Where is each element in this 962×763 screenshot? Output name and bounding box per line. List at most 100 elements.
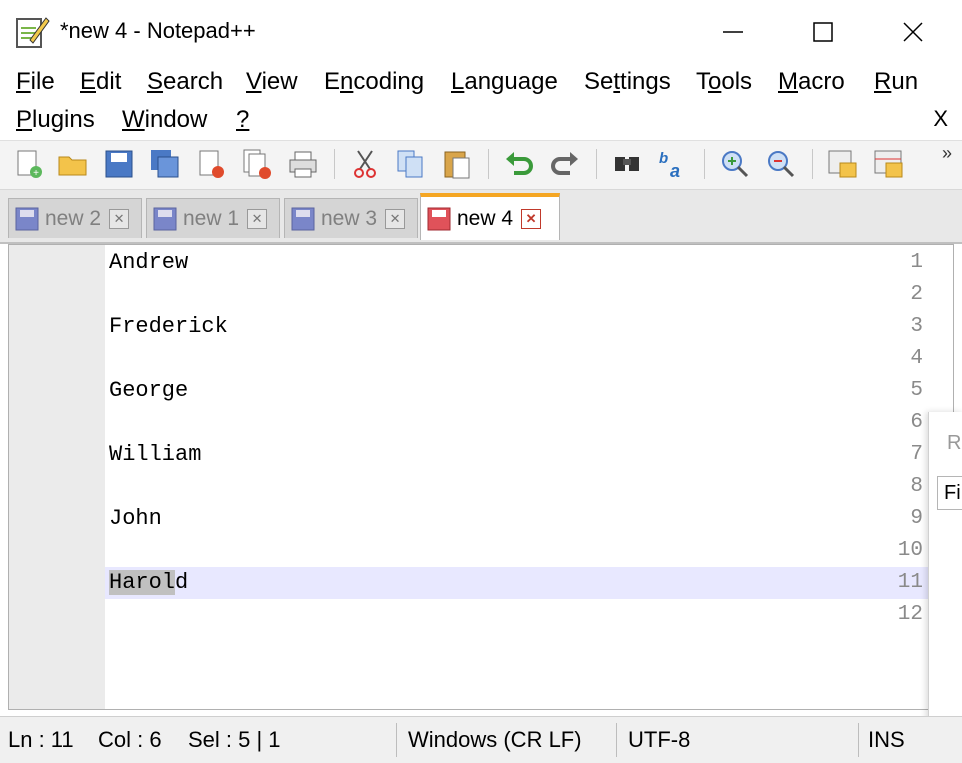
status-insert-mode[interactable]: INS [868,727,905,753]
close-all-icon[interactable] [240,147,274,181]
menu-edit[interactable]: Edit [80,68,121,96]
text-after-selection: d [175,570,189,595]
close-window-button[interactable] [890,10,936,54]
line-number: 2 [910,283,923,306]
text-line[interactable]: George [109,378,188,403]
text-line[interactable]: Andrew [109,250,188,275]
sync-horizontal-icon[interactable] [872,147,906,181]
toolbar-separator [704,149,705,179]
cut-icon[interactable] [348,147,382,181]
zoom-in-icon[interactable] [718,147,752,181]
tab-label: new 2 [45,206,102,230]
minimize-button[interactable] [710,10,756,54]
status-bar: Ln : 11 Col : 6 Sel : 5 | 1 Windows (CR … [0,716,962,763]
find-dialog-partial: Re Fi [928,412,962,742]
paste-icon[interactable] [440,147,474,181]
toolbar-separator [596,149,597,179]
save-all-icon[interactable] [148,147,182,181]
replace-icon[interactable]: ba [656,147,690,181]
window-title: *new 4 - Notepad++ [60,18,256,43]
close-document-button[interactable]: X [933,106,948,132]
status-column: Col : 6 [98,727,162,752]
line-number: 11 [897,571,923,594]
svg-text:a: a [670,161,680,181]
text-selection: Harol [109,570,176,595]
line-number: 3 [910,315,923,338]
tab-label: new 1 [183,206,240,230]
saved-file-icon [15,207,39,230]
current-line-highlight [105,567,953,599]
maximize-icon [813,22,833,42]
tab-new-3[interactable]: new 3 ✕ [284,198,418,238]
unsaved-file-icon [427,207,451,230]
find-icon[interactable] [610,147,644,181]
toolbar-overflow-button[interactable]: » [942,143,952,164]
close-icon [903,22,923,42]
line-number: 10 [897,539,923,562]
open-file-icon[interactable] [56,147,90,181]
menu-settings[interactable]: Settings [584,68,671,96]
sync-vertical-icon[interactable] [826,147,860,181]
toolbar-separator [334,149,335,179]
svg-text:+: + [33,168,39,179]
status-separator [396,723,397,757]
notepad-plus-plus-app-icon [16,17,50,48]
editor-area[interactable]: 1 2 3 4 5 6 7 8 9 10 11 12 Andrew Freder… [8,244,954,710]
menu-language[interactable]: Language [451,68,558,96]
text-line[interactable]: Frederick [109,314,228,339]
menu-search[interactable]: Search [147,68,223,96]
text-line[interactable]: William [109,442,201,467]
menu-view[interactable]: View [246,68,298,96]
menu-macro[interactable]: Macro [778,68,845,96]
tab-close-icon[interactable]: ✕ [521,208,542,229]
line-number: 1 [910,251,923,274]
status-separator [858,723,859,757]
menu-tools[interactable]: Tools [696,68,752,96]
status-eol-format[interactable]: Windows (CR LF) [408,727,582,753]
tab-label: new 4 [457,206,514,230]
tab-new-4[interactable]: new 4 ✕ [420,193,560,240]
print-icon[interactable] [286,147,320,181]
tab-close-icon[interactable]: ✕ [247,208,268,229]
line-number: 9 [910,507,923,530]
line-number: 5 [910,379,923,402]
tab-close-icon[interactable]: ✕ [385,208,406,229]
save-icon[interactable] [102,147,136,181]
saved-file-icon [291,207,315,230]
status-separator [616,723,617,757]
undo-icon[interactable] [502,147,536,181]
line-number-gutter [9,245,105,709]
text-line[interactable]: John [109,506,162,531]
tab-new-2[interactable]: new 2 ✕ [8,198,142,238]
menu-file[interactable]: File [16,68,55,96]
find-dialog-label: Re [947,432,962,454]
line-number: 12 [897,603,923,626]
status-selection: Sel : 5 | 1 [188,727,281,752]
menu-help[interactable]: ? [236,106,249,134]
menu-plugins[interactable]: Plugins [16,106,95,134]
tab-close-icon[interactable]: ✕ [109,208,130,229]
toolbar-separator [488,149,489,179]
redo-icon[interactable] [548,147,582,181]
tab-new-1[interactable]: new 1 ✕ [146,198,280,238]
tab-label: new 3 [321,206,378,230]
copy-icon[interactable] [394,147,428,181]
find-dialog-field[interactable]: Fi [937,476,962,510]
svg-text:b: b [659,150,668,167]
text-line-current[interactable]: Harold [109,570,188,595]
line-number: 8 [910,475,923,498]
line-number: 6 [910,411,923,434]
menu-bar: File Edit Search View Encoding Language … [0,62,962,138]
new-file-icon[interactable]: + [12,147,46,181]
toolbar: + ba » [0,140,962,190]
menu-encoding[interactable]: Encoding [324,68,424,96]
line-number: 7 [910,443,923,466]
close-file-icon[interactable] [194,147,228,181]
zoom-out-icon[interactable] [764,147,798,181]
maximize-button[interactable] [800,10,846,54]
menu-run[interactable]: Run [874,68,918,96]
toolbar-separator [812,149,813,179]
status-encoding[interactable]: UTF-8 [628,727,690,753]
menu-window[interactable]: Window [122,106,207,134]
title-bar: *new 4 - Notepad++ [0,0,962,62]
